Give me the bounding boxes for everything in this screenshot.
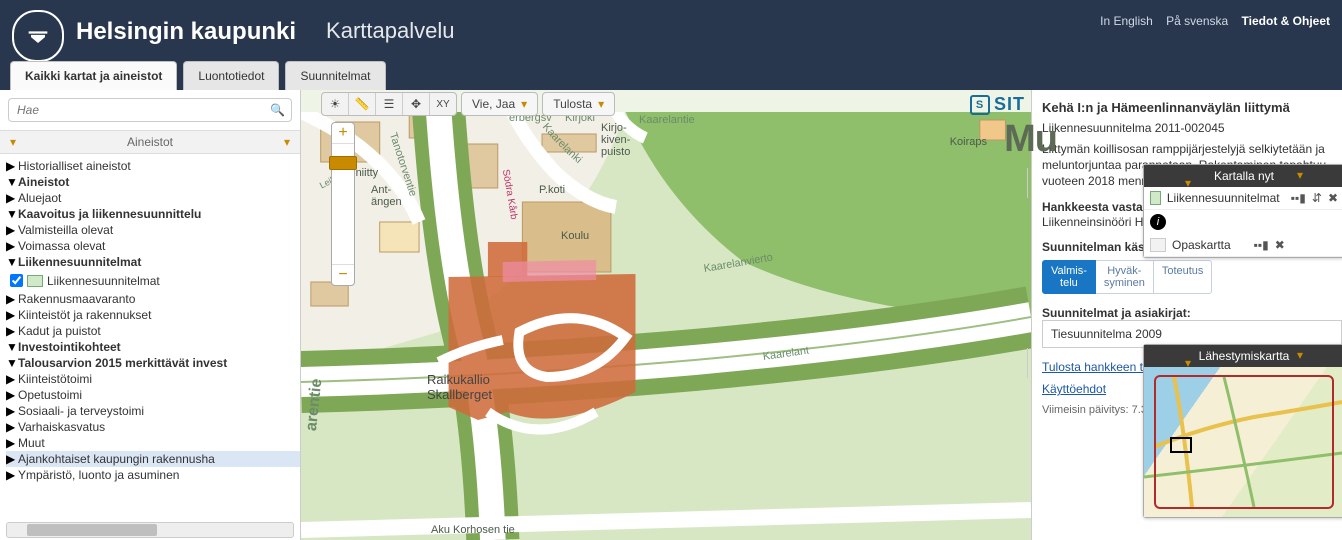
map-toolbar: ☀ 📏 ☰ ✥ XY Vie, Jaa▾ Tulosta▾ (321, 92, 615, 116)
main-tabs: Kaikki kartat ja aineistot Luontotiedot … (10, 61, 386, 90)
tool-xy-icon[interactable]: XY (430, 93, 456, 115)
lang-en[interactable]: In English (1100, 14, 1153, 28)
tool-move-icon[interactable]: ✥ (403, 93, 430, 115)
layer-tree[interactable]: ▶Historialliset aineistot ▼Aineistot ▶Al… (0, 154, 300, 540)
phase-stages: Valmis- telu Hyväk- syminen Toteutus (1042, 260, 1342, 294)
layer-swatch-icon (27, 275, 43, 287)
app-title: Karttapalvelu (326, 18, 454, 44)
chevron-down-icon[interactable]: ▾ (274, 135, 300, 149)
layer-swatch-icon (1150, 238, 1166, 252)
tree-historical[interactable]: Historialliset aineistot (18, 159, 131, 173)
lang-sv[interactable]: På svenska (1166, 14, 1228, 28)
tool-list-icon[interactable]: ☰ (376, 93, 403, 115)
stage-approval[interactable]: Hyväk- syminen (1096, 260, 1154, 294)
layer-row-opaskartta[interactable]: Opaskartta (1172, 238, 1231, 252)
tool-brightness-icon[interactable]: ☀ (322, 93, 349, 115)
tree-scrollbar[interactable] (6, 522, 294, 538)
map-area[interactable]: ☀ 📏 ☰ ✥ XY Vie, Jaa▾ Tulosta▾ S SIT (301, 90, 1031, 540)
tab-plans[interactable]: Suunnitelmat (285, 61, 385, 90)
zoom-in-button[interactable]: + (332, 123, 354, 144)
zoom-control: + − (331, 122, 355, 286)
search-input[interactable] (15, 102, 270, 118)
info-icon[interactable]: i (1150, 214, 1166, 230)
info-help[interactable]: Tiedot & Ohjeet (1242, 14, 1330, 28)
datasets-panel-header: ▾ Aineistot ▾ (0, 130, 300, 154)
locator-map-panel: ▾Lähestymiskartta▾ (1143, 344, 1342, 518)
city-crest-icon (12, 10, 64, 62)
tree-talous[interactable]: Talousarvion 2015 merkittävät invest (18, 356, 227, 370)
tab-nature[interactable]: Luontotiedot (183, 61, 279, 90)
tree-invest[interactable]: Investointikohteet (18, 340, 121, 354)
tree-aluejaot[interactable]: Aluejaot (18, 191, 61, 205)
language-links: In English På svenska Tiedot & Ohjeet (1090, 14, 1330, 28)
datasets-title: Aineistot (26, 135, 274, 149)
print-dropdown[interactable]: Tulosta▾ (542, 92, 615, 116)
viewport-rect-icon[interactable] (1170, 437, 1192, 453)
stage-preparation[interactable]: Valmis- telu (1042, 260, 1096, 294)
tree-kiinteistot[interactable]: Kiinteistöt ja rakennukset (18, 308, 151, 322)
docs-label: Suunnitelmat ja asiakirjat: (1042, 306, 1342, 320)
tree-voimassa[interactable]: Voimassa olevat (18, 239, 105, 253)
plan-number: Liikennesuunnitelma 2011-002045 (1042, 121, 1342, 135)
layer-checkbox-liikenne[interactable] (10, 274, 23, 287)
tree-ajank[interactable]: Ajankohtaiset kaupungin rakennusha (18, 452, 215, 466)
tree-kiint[interactable]: Kiinteistötoimi (18, 372, 92, 386)
search-box: 🔍 (8, 98, 292, 122)
zoom-out-button[interactable]: − (332, 264, 354, 285)
tree-muut[interactable]: Muut (18, 436, 45, 450)
map-canvas[interactable]: Kaarelanvierto Kaarelant Tanotorventie K… (301, 112, 1031, 540)
locator-map[interactable] (1144, 367, 1342, 517)
layers-now-panel: ▾Kartalla nyt▾ Liikennesuunnitelmat ▪▪▮ … (1143, 164, 1342, 258)
tool-measure-icon[interactable]: 📏 (349, 93, 376, 115)
zoom-handle[interactable] (329, 156, 357, 170)
terms-link[interactable]: Käyttöehdot (1042, 382, 1106, 396)
left-sidebar: 🔍 ▾ Aineistot ▾ ▶Historialliset aineisto… (0, 90, 301, 540)
vendor-logo-icon: S (970, 95, 990, 115)
remove-layer-icon[interactable]: ✖ (1275, 238, 1285, 252)
layer-liikenne[interactable]: Liikennesuunnitelmat (47, 274, 160, 288)
city-name: Helsingin kaupunki (76, 18, 296, 46)
tree-sos[interactable]: Sosiaali- ja terveystoimi (18, 404, 144, 418)
app-header: Helsingin kaupunki Karttapalvelu In Engl… (0, 0, 1342, 90)
search-icon[interactable]: 🔍 (270, 103, 285, 117)
tab-all-maps[interactable]: Kaikki kartat ja aineistot (10, 61, 177, 90)
export-share-dropdown[interactable]: Vie, Jaa▾ (461, 92, 538, 116)
tree-ymp[interactable]: Ympäristö, luonto ja asuminen (18, 468, 179, 482)
tree-opetus[interactable]: Opetustoimi (18, 388, 82, 402)
chevron-down-icon[interactable]: ▾ (1027, 168, 1338, 198)
tree-varh[interactable]: Varhaiskasvatus (18, 420, 105, 434)
tree-kadut[interactable]: Kadut ja puistot (18, 324, 101, 338)
opacity-bars-icon[interactable]: ▪▪▮ (1237, 238, 1269, 252)
chevron-down-icon[interactable]: ▾ (0, 135, 26, 149)
vendor-brand: S SIT (970, 94, 1025, 115)
tree-kaavoitus[interactable]: Kaavoitus ja liikennesuunnittelu (18, 207, 201, 221)
zoom-slider[interactable] (332, 144, 354, 264)
tree-valmisteilla[interactable]: Valmisteilla olevat (18, 223, 113, 237)
tree-rakennusmaa[interactable]: Rakennusmaavaranto (18, 292, 135, 306)
tree-aineistot[interactable]: Aineistot (18, 175, 69, 189)
project-title: Kehä I:n ja Hämeenlinnanväylän liittymä (1042, 100, 1342, 115)
stage-execution[interactable]: Toteutus (1154, 260, 1213, 294)
tree-liikenne[interactable]: Liikennesuunnitelmat (18, 255, 141, 269)
